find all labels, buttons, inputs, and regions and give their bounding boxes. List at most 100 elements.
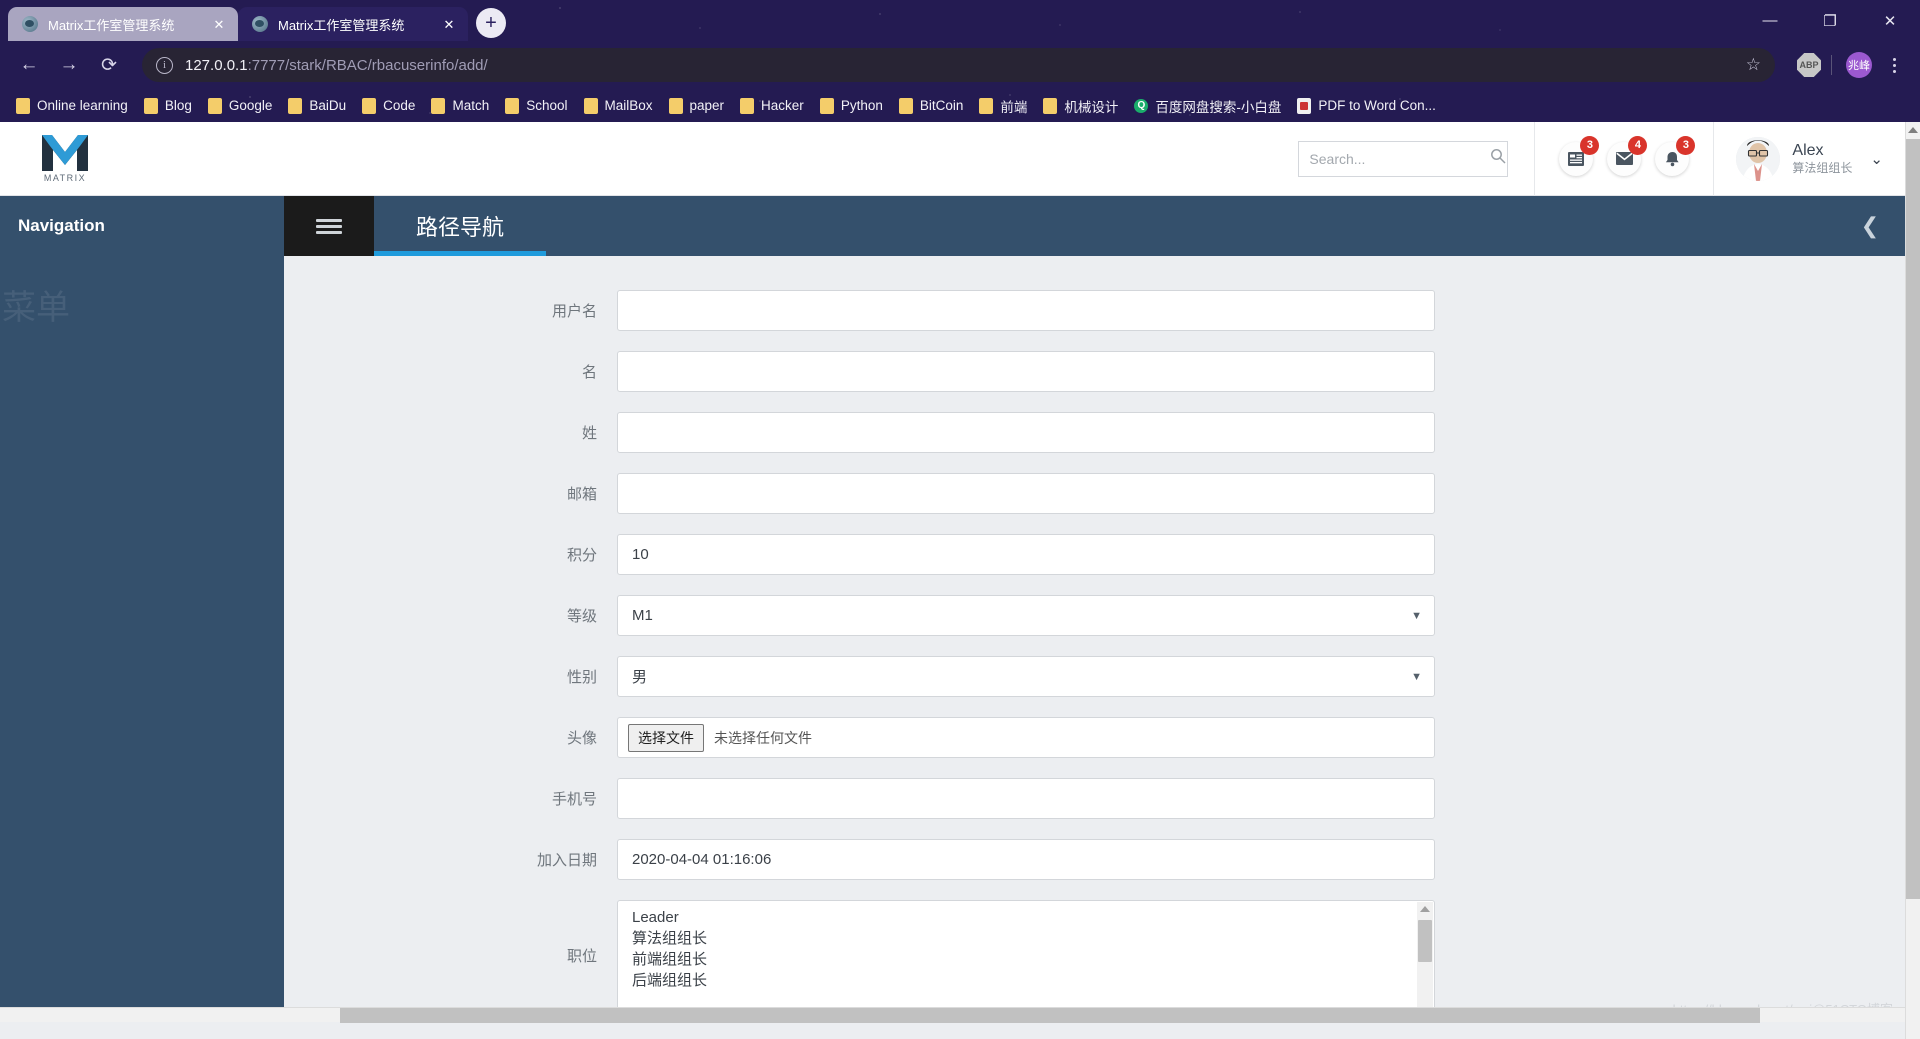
- username-input[interactable]: [617, 290, 1435, 331]
- close-icon[interactable]: ✕: [1860, 0, 1920, 41]
- list-item[interactable]: 后端组组长: [632, 970, 1434, 991]
- browser-menu-icon[interactable]: [1880, 57, 1908, 73]
- baidu-search-icon: [1134, 98, 1149, 113]
- search-box[interactable]: [1298, 140, 1509, 177]
- form-row-email: 邮箱: [284, 473, 1905, 514]
- points-input[interactable]: [617, 534, 1435, 575]
- maximize-icon[interactable]: ❐: [1800, 0, 1860, 41]
- sidebar: 菜单: [0, 256, 284, 1022]
- scrollbar-thumb[interactable]: [1906, 139, 1920, 899]
- new-tab-button[interactable]: +: [476, 8, 506, 38]
- address-bar[interactable]: i 127.0.0.1:7777/stark/RBAC/rbacuserinfo…: [142, 48, 1775, 82]
- field-username: [617, 290, 1435, 331]
- form-row-level: 等级 M1 ▼: [284, 595, 1905, 636]
- listbox-scrollbar[interactable]: [1417, 902, 1433, 1008]
- forward-icon[interactable]: →: [52, 48, 86, 82]
- bookmark-label: Match: [452, 98, 490, 113]
- browser-titlebar: Matrix工作室管理系统 ✕ Matrix工作室管理系统 ✕ + — ❐ ✕: [0, 0, 1920, 41]
- lastname-input[interactable]: [617, 412, 1435, 453]
- bookmark-item[interactable]: MailBox: [576, 93, 661, 119]
- label-firstname: 名: [581, 364, 597, 381]
- adblock-extension-icon[interactable]: ABP: [1797, 53, 1821, 77]
- vertical-scrollbar[interactable]: [1905, 122, 1920, 1039]
- bookmark-item[interactable]: School: [497, 93, 575, 119]
- field-firstname: [617, 351, 1435, 392]
- folder-icon: [207, 97, 222, 114]
- avatar-file-input[interactable]: 选择文件 未选择任何文件: [617, 717, 1435, 758]
- scrollbar-thumb[interactable]: [1418, 920, 1432, 962]
- toolbar-divider: [1831, 55, 1832, 75]
- menu-toggle-button[interactable]: [284, 196, 374, 256]
- bookmark-item[interactable]: 前端: [971, 93, 1035, 119]
- list-item[interactable]: 算法组组长: [632, 928, 1434, 949]
- app-logo[interactable]: MATRIX: [0, 134, 130, 183]
- tab-title: Matrix工作室管理系统: [278, 17, 405, 33]
- email-input[interactable]: [617, 473, 1435, 514]
- chevron-down-icon[interactable]: ⌄: [1870, 150, 1883, 168]
- bookmarks-bar: Online learning Blog Google BaiDu Code M…: [0, 89, 1920, 122]
- form-row-points: 积分: [284, 534, 1905, 575]
- bookmark-item[interactable]: Online learning: [8, 93, 136, 119]
- folder-icon: [505, 97, 520, 114]
- bookmark-label: 机械设计: [1064, 99, 1119, 115]
- gender-select[interactable]: 男: [617, 656, 1435, 697]
- bookmark-label: MailBox: [604, 98, 653, 113]
- bookmark-item[interactable]: BaiDu: [280, 93, 354, 119]
- bookmark-item[interactable]: PDF to Word Con...: [1289, 93, 1444, 119]
- folder-icon: [143, 97, 158, 114]
- bookmark-item[interactable]: Hacker: [732, 93, 812, 119]
- bookmark-item[interactable]: BitCoin: [891, 93, 972, 119]
- bookmark-item[interactable]: 百度网盘搜索-小白盘: [1126, 93, 1289, 119]
- choose-file-button[interactable]: 选择文件: [628, 723, 704, 752]
- bookmark-item[interactable]: Code: [354, 93, 423, 119]
- tab-close-icon[interactable]: ✕: [440, 15, 458, 33]
- bookmark-star-icon[interactable]: ☆: [1746, 55, 1761, 75]
- list-item[interactable]: 前端组组长: [632, 949, 1434, 970]
- bookmark-label: 百度网盘搜索-小白盘: [1155, 99, 1282, 115]
- tasks-badge: 3: [1580, 135, 1600, 155]
- scroll-up-arrow-icon[interactable]: [1420, 906, 1430, 912]
- form-row-gender: 性别 男 ▼: [284, 656, 1905, 697]
- browser-profile-avatar[interactable]: 兆峰: [1846, 52, 1872, 78]
- minimize-icon[interactable]: —: [1740, 0, 1800, 41]
- bookmark-item[interactable]: Python: [812, 93, 891, 119]
- url-path: :7777/stark/RBAC/rbacuserinfo/add/: [247, 56, 488, 74]
- bookmark-item[interactable]: Google: [200, 93, 281, 119]
- back-icon[interactable]: ←: [12, 48, 46, 82]
- user-menu[interactable]: Alex 算法组组长 ⌄: [1714, 136, 1905, 181]
- horizontal-scrollbar[interactable]: [0, 1007, 1905, 1023]
- list-item[interactable]: Leader: [632, 907, 1434, 928]
- web-page: MATRIX 3: [0, 122, 1905, 1023]
- folder-icon: [668, 97, 683, 114]
- scroll-up-arrow-icon[interactable]: [1908, 127, 1918, 133]
- folder-icon: [979, 97, 994, 114]
- folder-icon: [16, 97, 30, 114]
- field-avatar: 选择文件 未选择任何文件: [617, 717, 1435, 758]
- browser-tab-2[interactable]: Matrix工作室管理系统 ✕: [238, 7, 468, 41]
- bell-icon[interactable]: 3: [1655, 135, 1696, 176]
- mail-icon[interactable]: 4: [1607, 135, 1648, 176]
- collapse-chevron-left-icon[interactable]: ❮: [1835, 196, 1905, 256]
- bookmark-label: Blog: [164, 98, 192, 113]
- firstname-input[interactable]: [617, 351, 1435, 392]
- bookmark-item[interactable]: Match: [423, 93, 497, 119]
- search-input[interactable]: [1309, 150, 1491, 167]
- level-select[interactable]: M1: [617, 595, 1435, 636]
- browser-tab-1[interactable]: Matrix工作室管理系统 ✕: [8, 7, 238, 41]
- scrollbar-thumb[interactable]: [340, 1008, 1760, 1023]
- bookmark-item[interactable]: Blog: [136, 93, 200, 119]
- position-listbox[interactable]: Leader 算法组组长 前端组组长 后端组组长: [617, 900, 1435, 1010]
- joindate-input[interactable]: [617, 839, 1435, 880]
- browser-toolbar: ← → ⟳ i 127.0.0.1:7777/stark/RBAC/rbacus…: [0, 41, 1920, 89]
- reload-icon[interactable]: ⟳: [92, 48, 126, 82]
- search-icon[interactable]: [1490, 148, 1506, 169]
- site-info-icon[interactable]: i: [156, 56, 173, 74]
- bell-badge: 3: [1676, 135, 1696, 155]
- bookmark-item[interactable]: paper: [661, 93, 733, 119]
- phone-input[interactable]: [617, 778, 1435, 819]
- bookmark-item[interactable]: 机械设计: [1035, 93, 1126, 119]
- form-row-position: 职位 Leader 算法组组长 前端组组长 后端组组长: [284, 900, 1905, 1010]
- tasks-icon[interactable]: 3: [1559, 135, 1600, 176]
- tab-close-icon[interactable]: ✕: [210, 15, 228, 33]
- label-lastname: 姓: [581, 425, 597, 442]
